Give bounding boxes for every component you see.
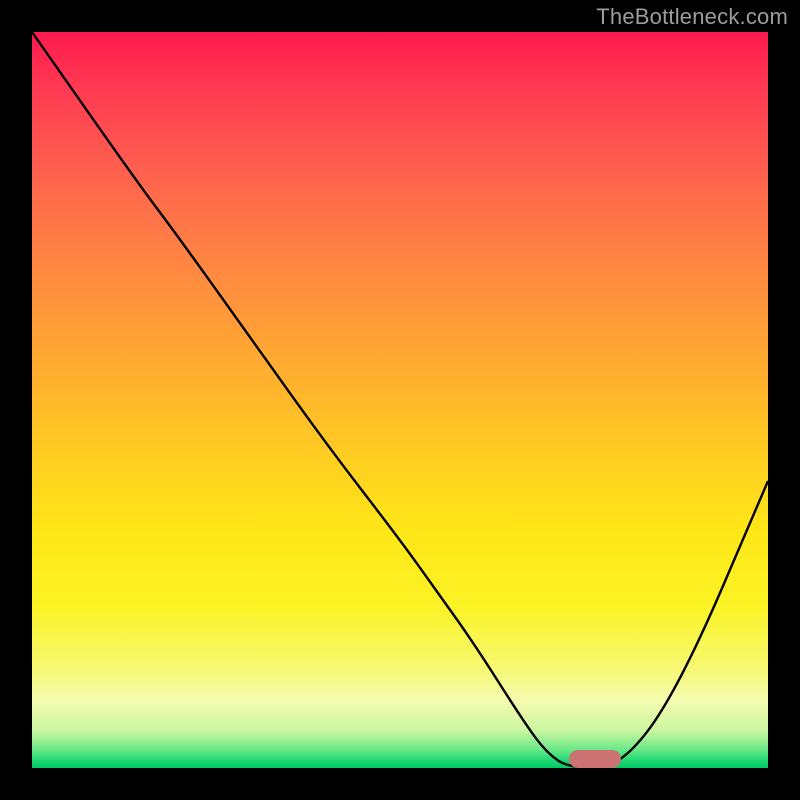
watermark-text: TheBottleneck.com [596, 4, 788, 30]
bottleneck-curve [32, 32, 768, 768]
plot-area [32, 32, 768, 768]
optimal-range-marker [569, 750, 621, 768]
